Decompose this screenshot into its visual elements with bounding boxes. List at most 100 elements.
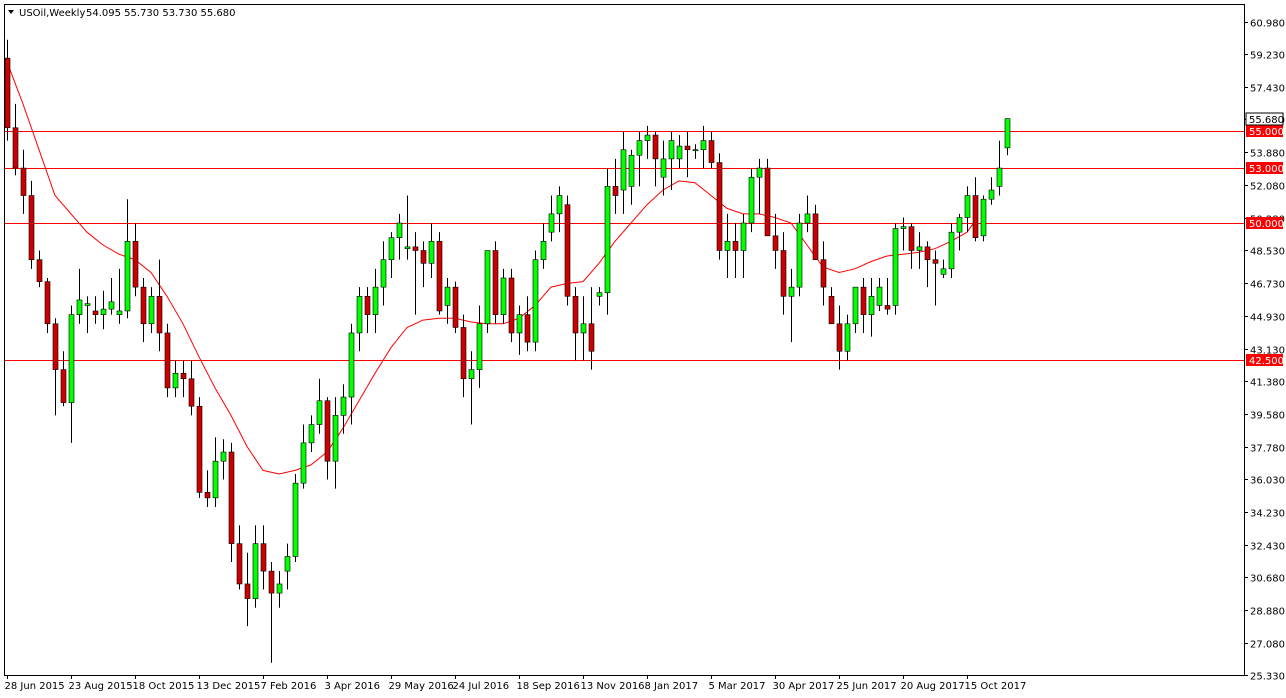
candle-body <box>748 176 755 224</box>
candle <box>564 195 571 306</box>
candle-body <box>324 400 331 462</box>
candle-body <box>108 301 115 310</box>
x-tick-label: 3 Apr 2016 <box>325 681 380 692</box>
candle-body <box>204 492 211 499</box>
x-tick-label: 13 Dec 2015 <box>197 681 261 692</box>
candle-body <box>996 167 1003 187</box>
y-tick-label: 41.380 <box>1250 378 1285 389</box>
y-tick-label: 34.230 <box>1250 509 1285 520</box>
candle <box>604 168 611 315</box>
x-tick-label: 7 Feb 2016 <box>261 681 317 692</box>
candle-body <box>236 543 243 585</box>
y-tick-label: 36.030 <box>1250 476 1285 487</box>
candle-body <box>764 167 771 237</box>
candle-body <box>540 241 547 260</box>
candle-body <box>852 286 859 325</box>
candle-body <box>916 246 923 251</box>
level-tag-3: 42.500 <box>1246 354 1284 367</box>
candle-body <box>396 222 403 238</box>
candle-body <box>796 222 803 288</box>
ohlc-readout: 54.095 55.730 53.730 55.680 <box>86 8 236 19</box>
candle-body <box>708 140 715 163</box>
candle-body <box>12 127 19 169</box>
y-tick-label: 53.880 <box>1250 149 1285 160</box>
y-tick-label: 25.330 <box>1250 672 1285 683</box>
candle-body <box>972 195 979 238</box>
candle-body <box>564 204 571 297</box>
candle-body <box>292 482 299 557</box>
candle-body <box>548 213 555 233</box>
candle-body <box>180 372 187 380</box>
x-tick-label: 28 Jun 2015 <box>5 681 65 692</box>
candle-body <box>604 186 611 293</box>
candle-body <box>828 296 835 325</box>
x-tick-label: 8 Jan 2017 <box>645 681 699 692</box>
candle-body <box>36 259 43 282</box>
level-tag-0: 55.000 <box>1246 125 1284 138</box>
candle-body <box>588 323 595 352</box>
candle-body <box>596 292 603 297</box>
candle-body <box>668 140 675 160</box>
candle-body <box>636 140 643 156</box>
candle-body <box>60 369 67 403</box>
candle-body <box>844 323 851 352</box>
candle-body <box>188 378 195 407</box>
candle-body <box>260 543 267 572</box>
candle-body <box>244 583 251 599</box>
candle-body <box>836 323 843 352</box>
candle <box>292 474 299 562</box>
candle-body <box>372 286 379 315</box>
level-tag-label: 55.000 <box>1249 127 1284 138</box>
candle-body <box>348 332 355 398</box>
candle-body <box>676 145 683 160</box>
candle-body <box>492 250 499 315</box>
candle-body <box>100 308 107 315</box>
candle-body <box>172 372 179 389</box>
chart-header: USOil,Weekly 54.095 55.730 53.730 55.680 <box>8 8 236 19</box>
candle-body <box>316 400 323 425</box>
candle-body <box>428 241 435 264</box>
candle <box>764 158 771 237</box>
candle <box>436 232 443 315</box>
candle-body <box>892 228 899 306</box>
candle-body <box>772 235 779 251</box>
level-tag-label: 42.500 <box>1249 356 1284 367</box>
last-price-label: 55.680 <box>1249 115 1284 126</box>
candle <box>980 195 987 242</box>
candle-body <box>804 213 811 224</box>
y-tick-label: 52.080 <box>1250 182 1285 193</box>
last-price-tag: 55.680 <box>1245 112 1284 126</box>
x-tick-label: 13 Nov 2016 <box>581 681 645 692</box>
candle-body <box>724 241 731 251</box>
candle-body <box>932 259 939 264</box>
candle-body <box>532 259 539 343</box>
candle-body <box>268 570 275 594</box>
chart-canvas: 60.98059.23057.43055.68053.88052.08050.2… <box>0 0 1286 698</box>
candle <box>796 213 803 297</box>
candle-body <box>436 241 443 312</box>
candle <box>716 153 723 260</box>
candle-body <box>20 167 27 196</box>
candle-body <box>884 305 891 310</box>
candle-body <box>812 213 819 260</box>
x-tick-label: 24 Jul 2016 <box>453 681 510 692</box>
candle-body <box>116 310 123 315</box>
candle-body <box>620 149 627 191</box>
y-tick-label: 28.880 <box>1250 607 1285 618</box>
candle-body <box>220 451 227 462</box>
candle-body <box>508 277 515 334</box>
x-tick-label: 15 Oct 2017 <box>965 681 1027 692</box>
level-tag-label: 50.000 <box>1249 219 1284 230</box>
y-tick-label: 30.680 <box>1250 574 1285 585</box>
chart-background <box>0 0 1286 698</box>
candle-body <box>284 556 291 572</box>
y-tick-label: 48.530 <box>1250 247 1285 258</box>
candle-body <box>84 303 91 306</box>
candle-body <box>404 246 411 249</box>
candle-body <box>388 237 395 260</box>
candle-body <box>484 250 491 325</box>
candle <box>196 397 203 498</box>
level-tag-label: 53.000 <box>1249 164 1284 175</box>
candle-body <box>740 222 747 251</box>
candle-body <box>252 543 259 599</box>
